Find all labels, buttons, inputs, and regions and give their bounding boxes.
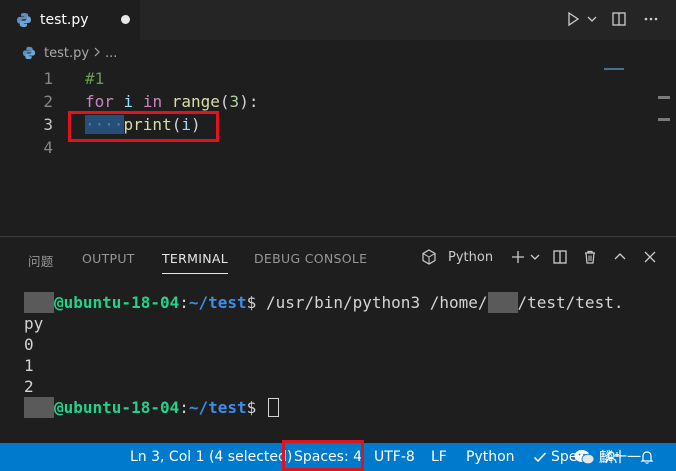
command-text: /usr/bin/python3 /home/: [256, 293, 488, 312]
active-tab-indicator: [162, 273, 228, 274]
highlight-box: [68, 111, 219, 142]
editor-tab-bar: test.py: [0, 0, 676, 40]
terminal-line: 0: [24, 334, 664, 355]
split-terminal-icon[interactable]: [549, 246, 571, 268]
status-bar: Ln 3, Col 1 (4 selected) Spaces: 4 UTF-8…: [0, 440, 676, 471]
prompt-host: @ubuntu-18-04: [54, 398, 180, 417]
redacted-username: [487, 292, 518, 313]
close-icon[interactable]: [639, 246, 661, 268]
breadcrumb-filename[interactable]: test.py: [44, 46, 89, 61]
scrollbar-marker[interactable]: [658, 118, 670, 121]
panel-tab-bar: 问题 OUTPUT TERMINAL DEBUG CONSOLE Python: [0, 237, 676, 277]
eol-setting[interactable]: LF: [431, 443, 447, 471]
terminal-cursor: [267, 398, 279, 417]
cursor-position[interactable]: Ln 3, Col 1 (4 selected): [130, 443, 292, 471]
terminal-line: 2: [24, 376, 664, 397]
terminal-line: @ubuntu-18-04: ~/test $: [24, 397, 664, 418]
terminal-shell-icon[interactable]: [418, 246, 440, 268]
breadcrumb[interactable]: test.py ...: [0, 40, 676, 66]
prompt-separator: :: [179, 293, 189, 312]
language-mode[interactable]: Python: [466, 443, 515, 471]
tab-terminal[interactable]: TERMINAL: [162, 251, 228, 266]
redacted-username: [24, 292, 54, 313]
tab-test-py[interactable]: test.py: [0, 0, 140, 40]
scrollbar-marker[interactable]: [658, 96, 670, 99]
minimap-mark: [604, 68, 624, 70]
line-number: 3: [43, 115, 53, 134]
prompt-host: @ubuntu-18-04: [54, 293, 180, 312]
split-editor-icon[interactable]: [608, 8, 630, 30]
line-number: 2: [43, 92, 53, 111]
number-token: 3: [229, 92, 240, 111]
terminal-line: py: [24, 313, 664, 334]
command-text-wrapped: py: [24, 314, 44, 333]
prompt-separator: :: [179, 398, 189, 417]
tab-filename: test.py: [40, 12, 89, 28]
code-line: 1 #1: [0, 67, 600, 90]
prompt-symbol: $: [246, 398, 257, 417]
function-token: range: [171, 92, 220, 111]
feedback-icon[interactable]: [605, 443, 621, 471]
paren-token: (: [219, 92, 230, 111]
keyword-token: in: [142, 92, 163, 111]
program-output: 1: [24, 356, 34, 375]
code-editor[interactable]: 1 #1 2 for i in range(3): 3 ····print(i)…: [0, 66, 676, 236]
prompt-path: ~/test: [188, 293, 247, 312]
check-icon: [533, 452, 547, 463]
keyword-token: for: [85, 92, 114, 111]
comment-token: #1: [85, 69, 105, 88]
encoding-setting[interactable]: UTF-8: [374, 443, 415, 471]
program-output: 2: [24, 377, 34, 396]
chevron-down-icon[interactable]: [529, 246, 541, 268]
tab-problems[interactable]: 问题: [28, 251, 54, 270]
breadcrumb-separator: [93, 46, 101, 61]
python-file-icon: [22, 46, 36, 60]
redacted-username: [24, 397, 54, 418]
maximize-panel-icon[interactable]: [609, 246, 631, 268]
program-output: 0: [24, 335, 34, 354]
more-actions-icon[interactable]: [640, 8, 662, 30]
highlight-box: [282, 440, 364, 471]
trash-icon[interactable]: [579, 246, 601, 268]
bell-icon[interactable]: [639, 443, 655, 471]
python-file-icon: [17, 13, 31, 27]
command-text: /test/test.: [517, 293, 624, 312]
tab-debug-console[interactable]: DEBUG CONSOLE: [254, 251, 367, 266]
code-text: for i in range(3):: [85, 92, 258, 111]
tab-output[interactable]: OUTPUT: [82, 251, 135, 266]
variable-token: i: [123, 92, 134, 111]
terminal-shell-label[interactable]: Python: [448, 250, 493, 265]
prompt-symbol: $: [246, 293, 257, 312]
prompt-path: ~/test: [188, 398, 247, 417]
new-terminal-icon[interactable]: [507, 246, 529, 268]
wechat-icon: [574, 450, 595, 465]
paren-token: ):: [239, 92, 259, 111]
terminal-line: @ubuntu-18-04: ~/test $ /usr/bin/python3 /…: [24, 292, 664, 313]
line-number: 4: [43, 138, 53, 157]
breadcrumb-more[interactable]: ...: [105, 46, 117, 61]
run-icon[interactable]: [562, 8, 584, 30]
unsaved-dot-icon[interactable]: [121, 15, 130, 24]
code-line: 2 for i in range(3):: [0, 90, 600, 113]
chevron-down-icon[interactable]: [586, 8, 598, 30]
terminal-output[interactable]: @ubuntu-18-04: ~/test $ /usr/bin/python3 /…: [24, 292, 664, 418]
terminal-line: 1: [24, 355, 664, 376]
line-number: 1: [43, 69, 53, 88]
